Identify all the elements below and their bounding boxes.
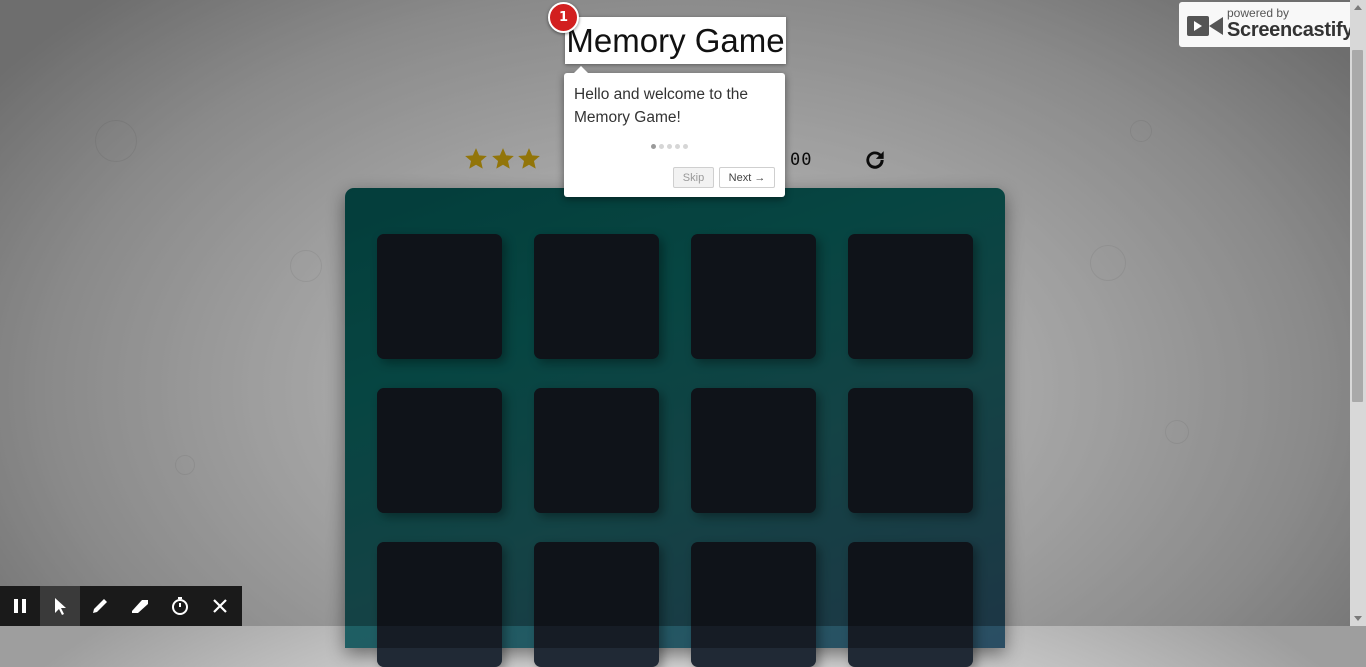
skip-button[interactable]: Skip bbox=[673, 167, 714, 188]
tour-message: Hello and welcome to the Memory Game! bbox=[574, 86, 749, 126]
memory-card[interactable] bbox=[691, 542, 816, 667]
memory-card[interactable] bbox=[691, 388, 816, 513]
eraser-tool-button[interactable] bbox=[120, 586, 160, 626]
star-icon bbox=[516, 146, 542, 172]
tour-dot[interactable] bbox=[683, 144, 688, 149]
game-board bbox=[345, 188, 1005, 667]
tour-dot[interactable] bbox=[667, 144, 672, 149]
scrollbar-thumb[interactable] bbox=[1352, 50, 1363, 402]
next-button[interactable]: Next → bbox=[719, 167, 775, 188]
watermark-powered-by: powered by bbox=[1227, 6, 1290, 20]
timer-display: 00 bbox=[790, 150, 813, 170]
page-title-text: Memory Game bbox=[566, 21, 785, 59]
timer-icon bbox=[172, 597, 188, 615]
vertical-scrollbar[interactable] bbox=[1350, 0, 1366, 626]
memory-card[interactable] bbox=[534, 388, 659, 513]
star-icon bbox=[463, 146, 489, 172]
memory-card[interactable] bbox=[848, 388, 973, 513]
pause-icon bbox=[14, 599, 26, 613]
scroll-down-icon[interactable] bbox=[1354, 616, 1362, 621]
memory-card[interactable] bbox=[377, 542, 502, 667]
close-icon bbox=[213, 599, 227, 613]
memory-card[interactable] bbox=[377, 234, 502, 359]
recorder-toolbar bbox=[0, 586, 242, 626]
memory-card[interactable] bbox=[534, 542, 659, 667]
background-decoration bbox=[290, 250, 322, 282]
scroll-up-icon[interactable] bbox=[1354, 5, 1362, 10]
cursor-icon bbox=[55, 598, 66, 615]
background-decoration bbox=[1090, 245, 1126, 281]
pen-tool-button[interactable] bbox=[80, 586, 120, 626]
tour-progress-dots bbox=[651, 144, 688, 149]
watermark-brand: Screencastify bbox=[1227, 19, 1354, 41]
background-decoration bbox=[95, 120, 137, 162]
close-button[interactable] bbox=[200, 586, 240, 626]
screencastify-logo-icon bbox=[1187, 16, 1223, 36]
star-icon bbox=[490, 146, 516, 172]
background-decoration bbox=[1165, 420, 1189, 444]
page-title: Memory Game bbox=[565, 17, 786, 64]
memory-card[interactable] bbox=[848, 234, 973, 359]
memory-card[interactable] bbox=[377, 388, 502, 513]
screencastify-watermark: powered by Screencastify bbox=[1179, 2, 1358, 47]
restart-icon[interactable] bbox=[862, 147, 888, 173]
background-decoration bbox=[175, 455, 195, 475]
tour-dot[interactable] bbox=[675, 144, 680, 149]
eraser-icon bbox=[132, 600, 148, 613]
background-decoration bbox=[1130, 120, 1152, 142]
timer-tool-button[interactable] bbox=[160, 586, 200, 626]
pause-button[interactable] bbox=[0, 586, 40, 626]
tour-popover: Hello and welcome to the Memory Game! Sk… bbox=[564, 66, 785, 197]
memory-card[interactable] bbox=[848, 542, 973, 667]
pen-icon bbox=[93, 599, 107, 613]
tour-dot[interactable] bbox=[659, 144, 664, 149]
memory-card[interactable] bbox=[691, 234, 816, 359]
memory-card[interactable] bbox=[534, 234, 659, 359]
tour-step-badge: 1 bbox=[548, 2, 579, 33]
cursor-tool-button[interactable] bbox=[40, 586, 80, 626]
tour-dot[interactable] bbox=[651, 144, 656, 149]
tour-step-number: 1 bbox=[558, 10, 569, 25]
